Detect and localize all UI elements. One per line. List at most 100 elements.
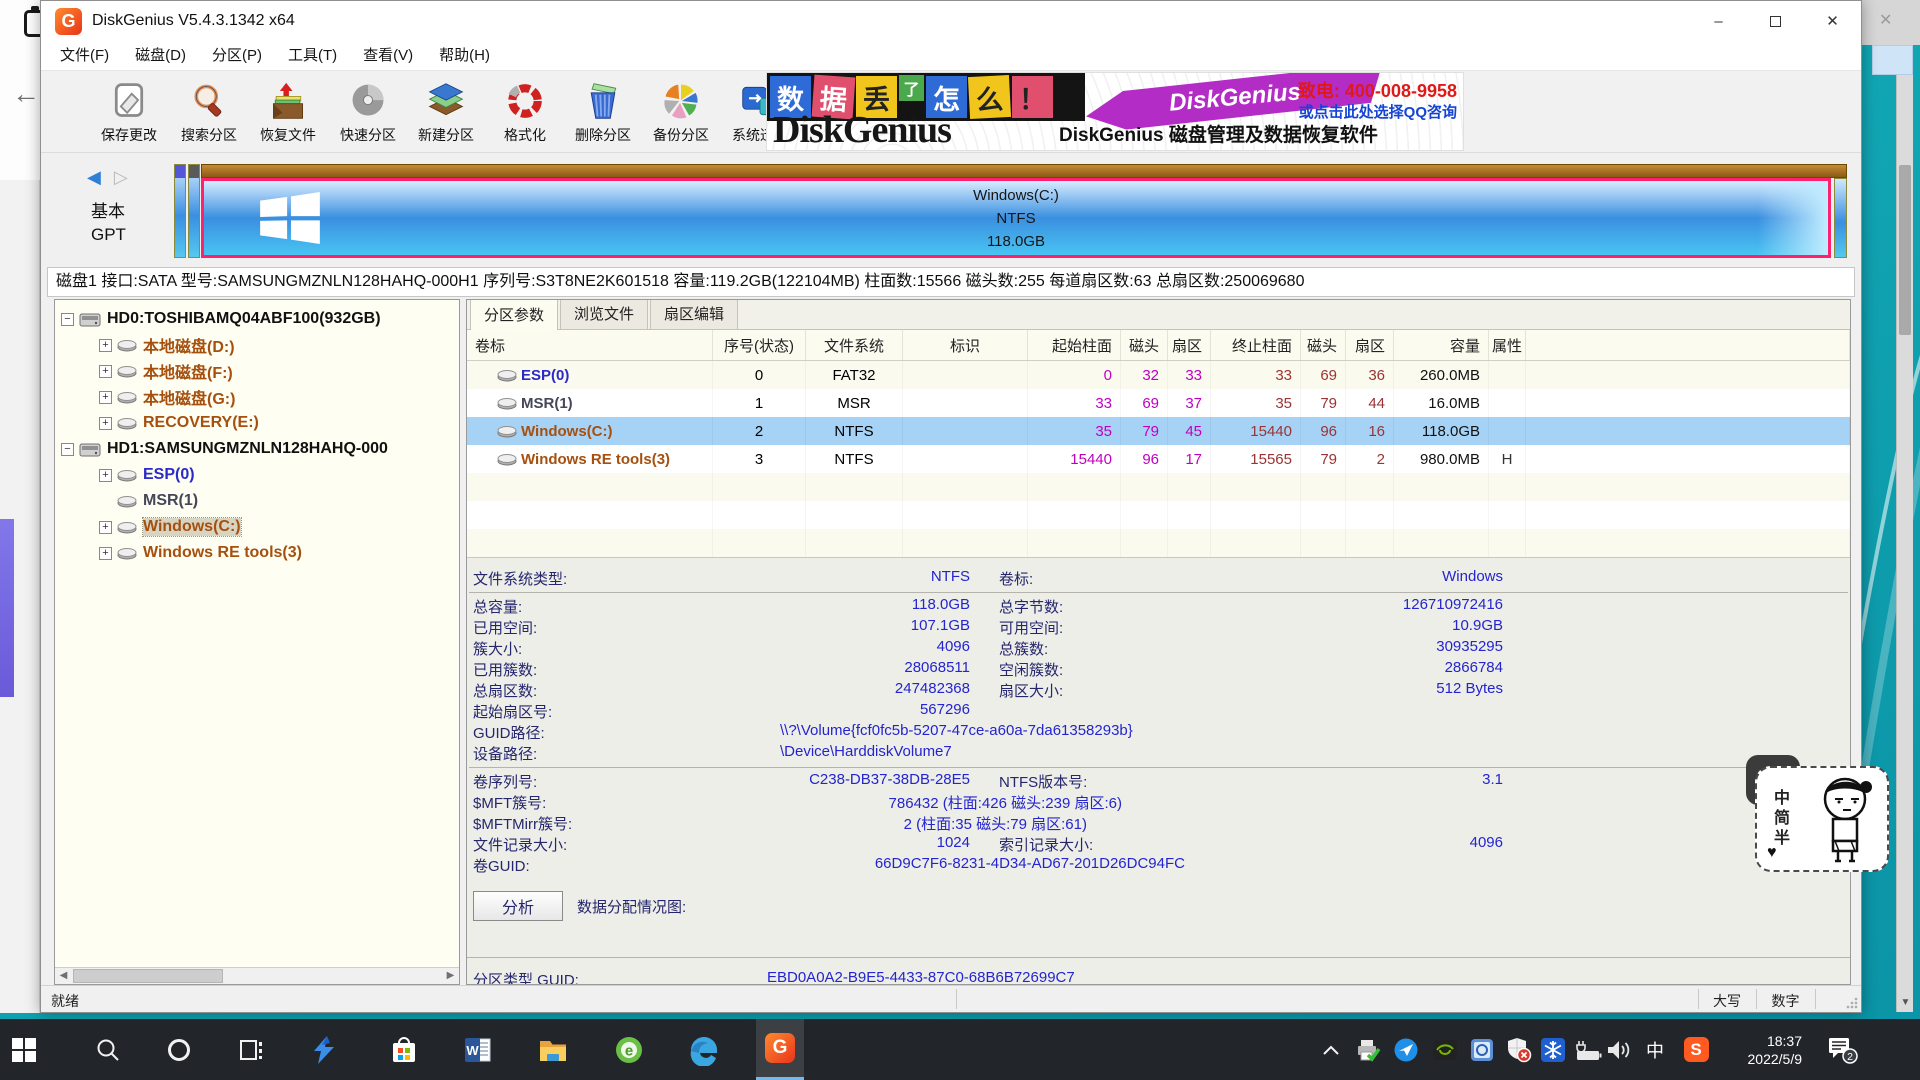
expand-icon[interactable]: + <box>99 417 112 430</box>
background-scrollbar-thumb[interactable] <box>1899 165 1911 335</box>
column-header-0[interactable]: 卷标 <box>467 330 713 360</box>
partition-row-1[interactable]: MSR(1)1MSR33693735794416.0MB <box>467 389 1850 417</box>
tray-expand-button[interactable] <box>1314 1019 1348 1080</box>
table-cell <box>1168 501 1211 529</box>
new-partition-button[interactable]: 新建分区 <box>403 73 489 151</box>
pinned-app-thunder[interactable] <box>300 1019 348 1080</box>
start-button[interactable] <box>0 1019 48 1080</box>
search-partition-button[interactable]: 搜索分区 <box>166 73 252 151</box>
close-button[interactable]: ✕ <box>1804 1 1861 41</box>
tab-browse-files[interactable]: 浏览文件 <box>560 299 648 329</box>
partition-block-re-tools[interactable] <box>1834 178 1847 258</box>
column-header-8[interactable]: 磁头 <box>1301 330 1346 360</box>
tray-battery[interactable] <box>1571 1019 1605 1080</box>
column-header-1[interactable]: 序号(状态) <box>713 330 806 360</box>
tree-item-1[interactable]: +本地磁盘(D:) <box>55 332 459 358</box>
format-button[interactable]: 格式化 <box>482 73 568 151</box>
tree-item-disk-0[interactable]: −HD0:TOSHIBAMQ04ABF100(932GB) <box>55 306 459 332</box>
menu-disk[interactable]: 磁盘(D) <box>122 41 199 71</box>
tray-volume[interactable] <box>1602 1019 1636 1080</box>
save-changes-button[interactable]: 保存更改 <box>86 73 172 151</box>
delete-partition-button[interactable]: 删除分区 <box>560 73 646 151</box>
tree-scrollbar-thumb[interactable] <box>73 969 223 983</box>
column-header-10[interactable]: 容量 <box>1394 330 1489 360</box>
tray-snowflake-app[interactable] <box>1536 1019 1570 1080</box>
taskbar-clock[interactable]: 18:37 2022/5/9 <box>1724 1019 1804 1080</box>
ad-banner[interactable]: 数据丢了怎么！ DiskGenius DiskGenius 致电: 400-00… <box>766 72 1464 151</box>
tray-sogou[interactable]: S <box>1679 1019 1713 1080</box>
nav-right-icon[interactable]: ▷ <box>114 167 128 187</box>
tray-nvidia[interactable] <box>1428 1019 1462 1080</box>
menu-view[interactable]: 查看(V) <box>350 41 426 71</box>
menu-help[interactable]: 帮助(H) <box>426 41 503 71</box>
menu-tools[interactable]: 工具(T) <box>275 41 350 71</box>
tree-item-disk-5[interactable]: −HD1:SAMSUNGMZNLN128HAHQ-000 <box>55 436 459 462</box>
quick-partition-button[interactable]: 快速分区 <box>325 73 411 151</box>
resize-grip[interactable] <box>1846 997 1858 1009</box>
tab-sector-editor[interactable]: 扇区编辑 <box>650 299 738 329</box>
expand-icon[interactable]: + <box>99 365 112 378</box>
pinned-app-edge[interactable] <box>680 1019 728 1080</box>
minimize-button[interactable]: – <box>1690 1 1747 41</box>
tree-item-2[interactable]: +本地磁盘(F:) <box>55 358 459 384</box>
column-header-6[interactable]: 扇区 <box>1168 330 1211 360</box>
pinned-app-green-browser[interactable]: e <box>605 1019 653 1080</box>
tree-item-9[interactable]: +Windows RE tools(3) <box>55 540 459 566</box>
column-header-3[interactable]: 标识 <box>903 330 1028 360</box>
taskbar-diskgenius-active[interactable]: G <box>756 1019 804 1080</box>
tray-ime-indicator[interactable]: 中 <box>1638 1019 1672 1080</box>
column-header-4[interactable]: 起始柱面 <box>1028 330 1121 360</box>
tray-defender[interactable] <box>1501 1019 1535 1080</box>
expand-icon[interactable]: + <box>99 391 112 404</box>
column-header-11[interactable]: 属性 <box>1489 330 1526 360</box>
action-center-button[interactable]: 2 <box>1820 1019 1864 1080</box>
menu-partition[interactable]: 分区(P) <box>199 41 275 71</box>
background-scrollbar[interactable]: ▼ <box>1896 75 1913 1012</box>
taskbar-search-button[interactable] <box>84 1019 132 1080</box>
tray-printer[interactable] <box>1351 1019 1385 1080</box>
tree-item-7[interactable]: MSR(1) <box>55 488 459 514</box>
partition-row-2[interactable]: Windows(C:)2NTFS357945154409616118.0GB <box>467 417 1850 445</box>
partition-block-msr[interactable] <box>188 164 200 258</box>
tree-item-4[interactable]: +RECOVERY(E:) <box>55 410 459 436</box>
cortana-button[interactable] <box>155 1019 203 1080</box>
scroll-left-icon[interactable]: ◀ <box>55 968 72 984</box>
pinned-app-word[interactable]: W <box>454 1019 502 1080</box>
expand-icon[interactable]: + <box>99 547 112 560</box>
partition-block-windows-c[interactable]: Windows(C:) NTFS 118.0GB <box>201 178 1831 258</box>
partition-row-0[interactable]: ESP(0)0FAT3203233336936260.0MB <box>467 361 1850 389</box>
tree-item-6[interactable]: +ESP(0) <box>55 462 459 488</box>
column-header-5[interactable]: 磁头 <box>1121 330 1168 360</box>
recover-files-button[interactable]: 恢复文件 <box>245 73 331 151</box>
backup-partition-button[interactable]: 备份分区 <box>638 73 724 151</box>
partition-row-3[interactable]: Windows RE tools(3)3NTFS1544096171556579… <box>467 445 1850 473</box>
table-cell: 79 <box>1301 389 1346 417</box>
ime-status-widget[interactable]: 中简半 ♥ <box>1755 766 1889 872</box>
ad-qq-link[interactable]: 或点击此处选择QQ咨询 <box>1299 101 1457 122</box>
analyze-button[interactable]: 分析 <box>473 891 563 921</box>
tree-item-8[interactable]: +Windows(C:) <box>55 514 459 540</box>
pinned-app-explorer[interactable] <box>529 1019 577 1080</box>
pinned-app-store[interactable] <box>380 1019 428 1080</box>
tray-intel-graphics[interactable] <box>1465 1019 1499 1080</box>
maximize-button[interactable] <box>1747 1 1804 41</box>
disk-capacity-strip[interactable] <box>201 164 1847 178</box>
column-header-7[interactable]: 终止柱面 <box>1211 330 1301 360</box>
scroll-down-icon[interactable]: ▼ <box>1897 995 1914 1011</box>
scroll-right-icon[interactable]: ▶ <box>442 968 459 984</box>
tree-horizontal-scrollbar[interactable]: ◀ ▶ <box>55 967 459 984</box>
menu-file[interactable]: 文件(F) <box>47 41 122 71</box>
expand-icon[interactable]: + <box>99 521 112 534</box>
expand-icon[interactable]: + <box>99 469 112 482</box>
tree-item-3[interactable]: +本地磁盘(G:) <box>55 384 459 410</box>
tray-blue-app[interactable] <box>1389 1019 1423 1080</box>
collapse-icon[interactable]: − <box>61 313 74 326</box>
nav-left-icon[interactable]: ◀ <box>87 167 101 187</box>
expand-icon[interactable]: + <box>99 339 112 352</box>
tab-partition-parameters[interactable]: 分区参数 <box>470 299 558 330</box>
task-view-button[interactable] <box>227 1019 275 1080</box>
column-header-9[interactable]: 扇区 <box>1346 330 1394 360</box>
collapse-icon[interactable]: − <box>61 443 74 456</box>
column-header-2[interactable]: 文件系统 <box>806 330 903 360</box>
partition-block-esp[interactable] <box>174 164 186 258</box>
